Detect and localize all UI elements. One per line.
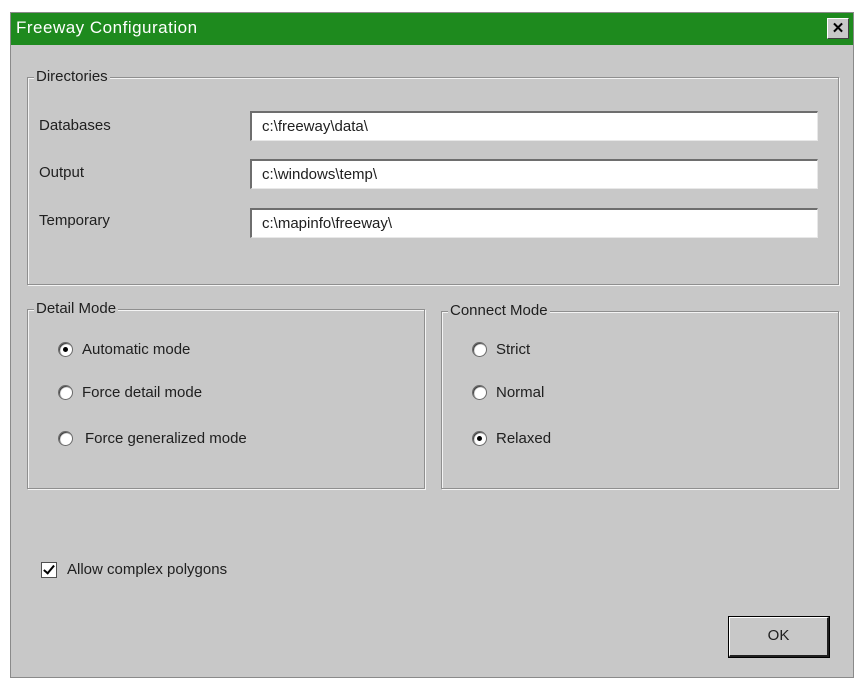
ok-button[interactable]: OK xyxy=(728,616,830,658)
detail-mode-group: Detail Mode Automatic mode Force detail … xyxy=(27,300,425,489)
strict-label: Strict xyxy=(496,340,531,358)
detail-mode-group-label: Detail Mode xyxy=(34,300,119,318)
directories-group-label: Directories xyxy=(34,68,110,86)
radio-relaxed[interactable]: Relaxed xyxy=(472,428,551,448)
automatic-mode-label: Automatic mode xyxy=(82,340,191,358)
normal-radio-button[interactable] xyxy=(472,384,487,400)
normal-label: Normal xyxy=(496,383,545,401)
temporary-input[interactable]: c:\mapinfo\freeway\ xyxy=(250,208,818,238)
relaxed-label: Relaxed xyxy=(496,429,552,447)
radio-force-detail-mode[interactable]: Force detail mode xyxy=(58,382,202,402)
force-generalized-mode-radio-button[interactable] xyxy=(58,430,73,446)
connect-mode-group-label: Connect Mode xyxy=(448,302,550,320)
databases-label: Databases xyxy=(39,117,111,134)
radio-automatic-mode[interactable]: Automatic mode xyxy=(58,339,190,359)
temporary-label: Temporary xyxy=(39,212,110,229)
databases-input[interactable]: c:\freeway\data\ xyxy=(250,111,818,141)
allow-complex-polygons-label: Allow complex polygons xyxy=(67,561,228,578)
automatic-mode-radio-button[interactable] xyxy=(58,341,73,357)
directories-group: Directories Databases c:\freeway\data\ O… xyxy=(27,68,839,285)
relaxed-radio-button[interactable] xyxy=(472,430,487,446)
close-icon: ✕ xyxy=(831,20,845,37)
force-detail-mode-label: Force detail mode xyxy=(82,383,203,401)
allow-complex-polygons-checkbox[interactable] xyxy=(41,561,57,578)
title-bar[interactable]: Freeway Configuration ✕ xyxy=(11,13,853,45)
radio-force-generalized-mode[interactable]: Force generalized mode xyxy=(58,428,247,448)
strict-radio-button[interactable] xyxy=(472,341,487,357)
window-title: Freeway Configuration xyxy=(16,18,198,37)
freeway-config-dialog: Freeway Configuration ✕ Directories Data… xyxy=(10,12,854,678)
radio-strict[interactable]: Strict xyxy=(472,339,530,359)
output-input[interactable]: c:\windows\temp\ xyxy=(250,159,818,189)
output-label: Output xyxy=(39,164,85,181)
force-generalized-mode-label: Force generalized mode xyxy=(85,429,247,447)
force-detail-mode-radio-button[interactable] xyxy=(58,384,73,400)
allow-complex-polygons-option[interactable]: Allow complex polygons xyxy=(41,561,227,578)
radio-normal[interactable]: Normal xyxy=(472,382,544,402)
close-button[interactable]: ✕ xyxy=(827,18,849,39)
connect-mode-group: Connect Mode Strict Normal Relaxed xyxy=(441,302,839,489)
